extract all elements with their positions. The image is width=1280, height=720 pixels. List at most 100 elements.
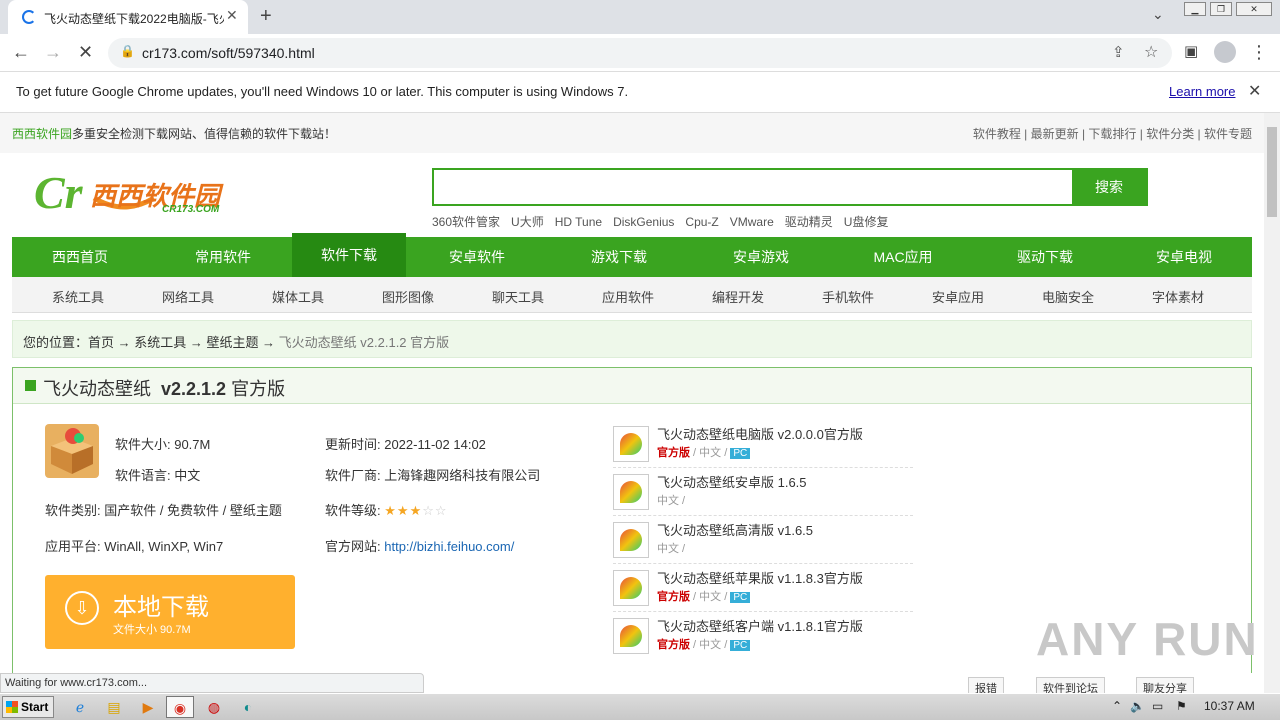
main-nav-item[interactable]: 驱动下载	[974, 237, 1116, 277]
related-item[interactable]: 飞火动态壁纸客户端 v1.1.8.1官方版 官方版 / 中文 / PC	[613, 614, 913, 660]
restore-button[interactable]: ❐	[1210, 2, 1232, 16]
main-nav-item[interactable]: 游戏下载	[548, 237, 690, 277]
hot-keyword[interactable]: Cpu-Z	[685, 215, 718, 229]
omnibox[interactable]: 🔒 cr173.com/soft/597340.html ⇪ ☆	[108, 38, 1172, 68]
hot-keyword[interactable]: 360软件管家	[432, 215, 500, 229]
bookmark-star-icon[interactable]: ☆	[1144, 42, 1158, 62]
clock[interactable]: 10:37 AM	[1204, 699, 1255, 713]
official-tag: 官方版	[657, 447, 690, 459]
address-toolbar: ← → ✕ 🔒 cr173.com/soft/597340.html ⇪ ☆ ▣…	[0, 34, 1280, 72]
stop-loading-icon[interactable]: ✕	[78, 42, 93, 63]
hot-keyword[interactable]: DiskGenius	[613, 215, 674, 229]
forward-arrow-icon[interactable]: →	[44, 42, 62, 63]
url-text[interactable]: cr173.com/soft/597340.html	[142, 45, 315, 61]
related-item[interactable]: 飞火动态壁纸安卓版 1.6.5 中文 /	[613, 470, 913, 516]
minimize-button[interactable]: ▁	[1184, 2, 1206, 16]
start-button[interactable]: Start	[2, 696, 54, 718]
share-icon[interactable]: ⇪	[1112, 43, 1125, 61]
chrome-icon[interactable]: ◉	[166, 696, 194, 718]
sub-nav-item[interactable]: 字体素材	[1152, 287, 1204, 306]
sub-nav-item[interactable]: 编程开发	[712, 287, 764, 306]
breadcrumb-path[interactable]: 您的位置：首页 → 系统工具 → 壁纸主题 →	[23, 335, 279, 350]
scrollbar-thumb[interactable]	[1267, 127, 1277, 217]
official-tag: 官方版	[657, 639, 690, 651]
main-nav-item[interactable]: 安卓软件	[406, 237, 548, 277]
site-search-input[interactable]	[434, 170, 1070, 204]
related-item[interactable]: 飞火动态壁纸苹果版 v1.1.8.3官方版 官方版 / 中文 / PC	[613, 566, 913, 612]
window-close-button[interactable]: ✕	[1236, 2, 1272, 16]
download-file-size: 文件大小 90.7M	[113, 624, 191, 636]
ie-icon[interactable]: ℯ	[66, 696, 94, 718]
new-tab-button[interactable]: +	[260, 5, 272, 28]
sub-nav-item[interactable]: 图形图像	[382, 287, 434, 306]
sub-nav-item[interactable]: 聊天工具	[492, 287, 544, 306]
page-scrollbar[interactable]	[1264, 113, 1280, 693]
related-title[interactable]: 飞火动态壁纸高清版 v1.6.5	[657, 520, 813, 539]
tab-close-icon[interactable]: ✕	[226, 7, 238, 24]
flag-icon[interactable]: ⚑	[1176, 699, 1187, 713]
browser-tab[interactable]: 飞火动态壁纸下载2022电脑版-飞火 ✕	[8, 0, 248, 34]
related-thumb	[613, 474, 649, 510]
related-title[interactable]: 飞火动态壁纸客户端 v1.1.8.1官方版	[657, 616, 863, 635]
related-title[interactable]: 飞火动态壁纸苹果版 v1.1.8.3官方版	[657, 568, 863, 587]
infobar-close-icon[interactable]: ✕	[1248, 81, 1261, 101]
sub-nav-item[interactable]: 电脑安全	[1042, 287, 1094, 306]
sub-nav: 系统工具 网络工具 媒体工具 图形图像 聊天工具 应用软件 编程开发 手机软件 …	[12, 277, 1252, 313]
side-panel-icon[interactable]: ▣	[1184, 42, 1198, 60]
rating-star-icon: ☆	[434, 503, 448, 518]
site-search-button[interactable]: 搜索	[1072, 170, 1146, 204]
explorer-folder-icon[interactable]: ▤	[100, 696, 128, 718]
lock-icon[interactable]: 🔒	[120, 44, 135, 58]
main-nav-item[interactable]: 安卓游戏	[690, 237, 832, 277]
tray-expand-icon[interactable]: ⌃	[1112, 699, 1122, 713]
software-category: 软件类别: 国产软件 / 免费软件 / 壁纸主题	[45, 503, 282, 518]
hot-keyword[interactable]: U大师	[511, 215, 544, 229]
main-nav-item[interactable]: 常用软件	[153, 237, 293, 277]
hot-keyword[interactable]: HD Tune	[555, 215, 602, 229]
sub-nav-item[interactable]: 应用软件	[602, 287, 654, 306]
edge-icon[interactable]: ◐	[234, 696, 262, 718]
related-lang: 中文	[657, 495, 679, 507]
pc-badge: PC	[730, 640, 751, 651]
related-thumb	[613, 426, 649, 462]
main-nav-item[interactable]: 安卓电视	[1116, 237, 1252, 277]
back-arrow-icon[interactable]: ←	[12, 42, 30, 63]
browser-tab-bar: 飞火动态壁纸下载2022电脑版-飞火 ✕ + ⌄ ▁ ❐ ✕	[0, 0, 1280, 34]
sub-nav-item[interactable]: 网络工具	[162, 287, 214, 306]
main-nav-item[interactable]: MAC应用	[832, 237, 974, 277]
website-link[interactable]: http://bizhi.feihuo.com/	[384, 539, 514, 554]
related-title[interactable]: 飞火动态壁纸安卓版 1.6.5	[657, 472, 807, 491]
sub-nav-item[interactable]: 媒体工具	[272, 287, 324, 306]
site-logo[interactable]: Cr 西西软件园 CR173.COM	[34, 167, 244, 223]
hot-keyword[interactable]: VMware	[730, 215, 774, 229]
windows-logo-icon	[6, 701, 18, 713]
main-nav-item[interactable]: 西西首页	[12, 237, 148, 277]
tab-search-chevron-icon[interactable]: ⌄	[1152, 6, 1164, 23]
sub-nav-item[interactable]: 安卓应用	[932, 287, 984, 306]
menu-kebab-icon[interactable]: ⋮	[1250, 42, 1268, 63]
related-thumb	[613, 618, 649, 654]
local-download-button[interactable]: ⇩ 本地下载 文件大小 90.7M	[45, 575, 295, 649]
site-brand-link[interactable]: 西西软件园	[12, 127, 72, 141]
related-item[interactable]: 飞火动态壁纸电脑版 v2.0.0.0官方版 官方版 / 中文 / PC	[613, 422, 913, 468]
network-icon[interactable]: ▭	[1152, 699, 1163, 713]
hot-keyword[interactable]: U盘修复	[844, 215, 889, 229]
opera-icon[interactable]: ◍	[200, 696, 228, 718]
sub-nav-item[interactable]: 系统工具	[52, 287, 104, 306]
related-item[interactable]: 飞火动态壁纸高清版 v1.6.5 中文 /	[613, 518, 913, 564]
profile-avatar[interactable]	[1214, 41, 1236, 63]
learn-more-link[interactable]: Learn more	[1169, 84, 1235, 99]
top-right-links[interactable]: 软件教程 | 最新更新 | 下载排行 | 软件分类 | 软件专题	[973, 125, 1252, 142]
software-size: 软件大小: 90.7M	[115, 437, 211, 452]
main-nav-item-active[interactable]: 软件下载	[292, 233, 406, 277]
cloud-download-icon: ⇩	[65, 591, 99, 625]
rating-stars: ★★★☆☆	[384, 503, 447, 518]
breadcrumb: 您的位置：首页 → 系统工具 → 壁纸主题 → 飞火动态壁纸 v2.2.1.2 …	[12, 320, 1252, 358]
loading-spinner-icon	[22, 10, 36, 24]
hot-keyword[interactable]: 驱动精灵	[785, 215, 833, 229]
media-player-icon[interactable]: ▶	[134, 696, 162, 718]
software-language: 软件语言: 中文	[115, 468, 201, 483]
related-title[interactable]: 飞火动态壁纸电脑版 v2.0.0.0官方版	[657, 424, 863, 443]
sub-nav-item[interactable]: 手机软件	[822, 287, 874, 306]
volume-icon[interactable]: 🔈	[1130, 699, 1145, 713]
